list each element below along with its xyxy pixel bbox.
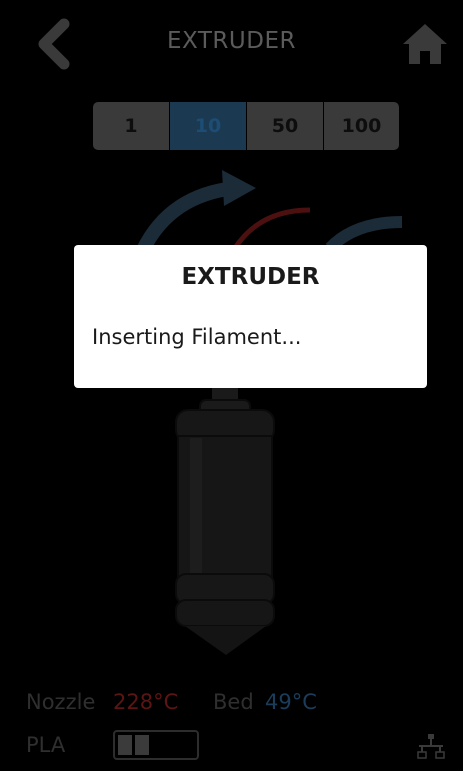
dialog-message: Inserting Filament... (92, 325, 302, 349)
dialog-title: EXTRUDER (181, 264, 320, 290)
header: EXTRUDER (0, 0, 463, 90)
home-icon (403, 24, 447, 64)
retract-arrow-icon[interactable] (136, 170, 256, 254)
material-label: PLA (26, 733, 66, 757)
page-title: EXTRUDER (167, 28, 296, 54)
filament-level-fill (118, 735, 149, 755)
heat-arc (232, 207, 311, 250)
step-option-1[interactable]: 1 (93, 102, 169, 150)
step-option-50[interactable]: 50 (247, 102, 323, 150)
step-option-10[interactable]: 10 (170, 102, 246, 150)
bed-temperature: 49°C (265, 690, 317, 714)
filament-level-gauge (113, 730, 199, 760)
status-bar: Nozzle 228°C Bed 49°C PLA (0, 680, 463, 771)
progress-dialog: EXTRUDER Inserting Filament... (74, 245, 427, 388)
home-button[interactable] (400, 20, 450, 68)
hotend-icon (175, 386, 275, 655)
bed-label: Bed (213, 690, 254, 714)
network-icon[interactable] (416, 732, 446, 760)
nozzle-temperature: 228°C (113, 690, 179, 714)
step-selector: 1 10 50 100 (93, 102, 399, 150)
extruder-illustration (136, 170, 403, 655)
extruder-screen: EXTRUDER 1 10 50 100 Nozzle 228°C Bed 49… (0, 0, 463, 771)
step-option-100[interactable]: 100 (324, 102, 399, 150)
nozzle-label: Nozzle (26, 690, 96, 714)
